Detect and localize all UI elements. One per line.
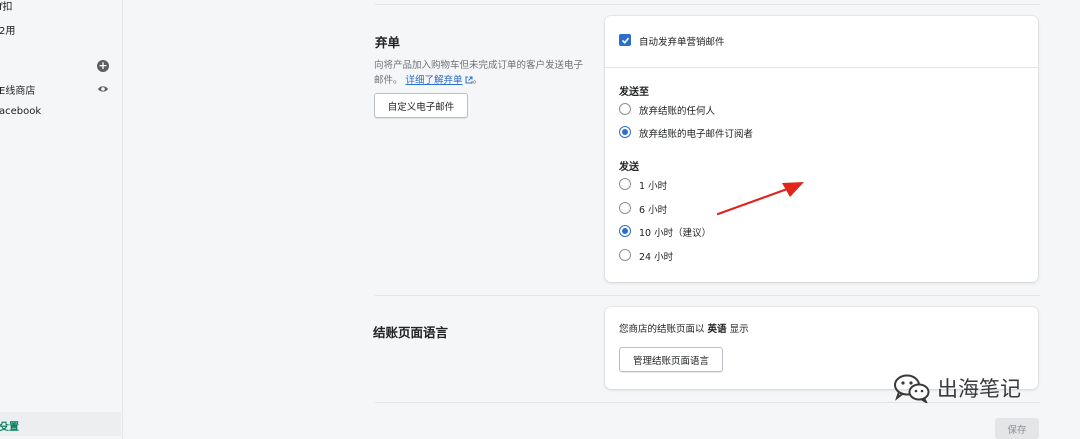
sidebar-item-label: 殳置 (0, 422, 19, 433)
annotation-arrow (716, 182, 804, 216)
sidebar-item-label: E线商店 (0, 86, 36, 96)
radio-24-hours[interactable] (619, 249, 631, 261)
manage-checkout-language-button[interactable]: 管理结账页面语言 (619, 347, 723, 372)
radio-send-to-anyone[interactable] (619, 103, 631, 115)
section-title-checkout-language: 结账页面语言 (373, 325, 449, 340)
sidebar: f扣 2用 + E线商店 acebook 殳置 (0, 0, 123, 439)
sidebar-item-facebook[interactable]: acebook (0, 104, 121, 120)
send-title: 发送 (619, 162, 639, 173)
divider (375, 295, 1040, 296)
radio-send-to-subscribers[interactable] (619, 126, 631, 138)
watermark-text: 出海笔记 (937, 377, 1021, 401)
option-10-hours-label: 10 小时（建议） (639, 228, 712, 239)
checkout-language-description: 您商店的结账页面以 英语 显示 (619, 321, 749, 335)
radio-6-hours[interactable] (619, 202, 631, 214)
plus-circle-icon[interactable]: + (97, 60, 109, 72)
send-to-anyone-label: 放弃结账的任何人 (639, 106, 716, 117)
eye-icon[interactable] (97, 83, 109, 95)
learn-more-label: 详细了解弃单 (405, 75, 463, 86)
save-button[interactable]: 保存 (995, 418, 1039, 439)
option-24-hours-label: 24 小时 (639, 252, 674, 263)
option-6-hours-label: 6 小时 (639, 205, 668, 216)
section-title-abandoned: 弃单 (375, 35, 401, 50)
sidebar-item-label: acebook (0, 106, 42, 117)
auto-send-label: 自动发弃单营销邮件 (639, 37, 725, 48)
language-name: 英语 (707, 324, 727, 335)
language-desc-prefix: 您商店的结账页面以 (619, 324, 705, 335)
sidebar-item-discounts[interactable]: f扣 (0, 0, 121, 14)
sidebar-item-apps[interactable]: 2用 (0, 20, 121, 36)
radio-10-hours[interactable] (619, 225, 631, 237)
language-desc-suffix: 显示 (729, 324, 749, 335)
option-1-hour-label: 1 小时 (639, 181, 668, 192)
external-link-icon (465, 76, 473, 84)
card-divider (605, 67, 1038, 68)
auto-send-checkbox[interactable] (619, 34, 631, 46)
divider (375, 4, 1040, 5)
sidebar-item-settings[interactable]: 殳置 (0, 412, 121, 436)
checkmark-icon (621, 37, 629, 44)
customize-email-button[interactable]: 自定义电子邮件 (374, 93, 468, 118)
radio-1-hour[interactable] (619, 178, 631, 190)
send-to-subscribers-label: 放弃结账的电子邮件订阅者 (639, 129, 754, 140)
section-description: 向将产品加入购物车但未完成订单的客户发送电子邮件。 详细了解弃单。 (374, 58, 584, 88)
abandoned-settings-card: 自动发弃单营销邮件 发送至 放弃结账的任何人 放弃结账的电子邮件订阅者 发送 1… (605, 16, 1038, 282)
learn-more-link[interactable]: 详细了解弃单 (406, 75, 473, 86)
send-to-title: 发送至 (619, 87, 649, 98)
sidebar-item-label: 2用 (0, 26, 16, 36)
watermark: 出海笔记 (893, 373, 1021, 403)
sidebar-item-label: f扣 (0, 2, 13, 13)
wechat-logo-icon (894, 374, 930, 403)
description-suffix: 。 (472, 75, 483, 86)
